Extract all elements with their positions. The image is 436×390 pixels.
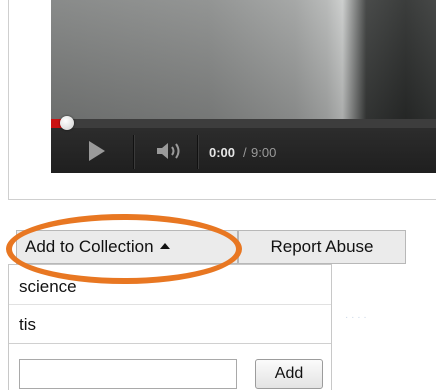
background-artifact: · · · · [345, 312, 367, 323]
volume-icon[interactable] [155, 140, 185, 162]
progress-bar[interactable] [51, 116, 436, 130]
progress-scrubber-handle[interactable] [60, 116, 74, 130]
new-collection-input[interactable] [19, 359, 237, 389]
video-player-card: 0:00 / 9:00 [8, 0, 436, 200]
video-shading [51, 0, 436, 119]
control-divider [197, 135, 198, 169]
time-separator: / [243, 145, 247, 160]
play-icon[interactable] [89, 141, 105, 161]
collection-item-tis[interactable]: tis [9, 306, 331, 344]
report-abuse-label: Report Abuse [270, 237, 374, 256]
collection-dropdown: science tis Add [8, 264, 332, 390]
add-to-collection-button[interactable]: Add to Collection [16, 230, 238, 264]
current-time: 0:00 [209, 145, 236, 160]
add-to-collection-label: Add to Collection [25, 237, 154, 256]
report-abuse-button[interactable]: Report Abuse [238, 230, 406, 264]
video-frame[interactable] [51, 0, 436, 119]
add-collection-button[interactable]: Add [255, 359, 323, 389]
caret-up-icon [159, 242, 170, 249]
control-divider [133, 135, 134, 169]
player-control-bar: 0:00 / 9:00 [51, 116, 436, 173]
collection-item-science[interactable]: science [9, 269, 331, 305]
page: 0:00 / 9:00 Add to Collection Report Abu… [0, 0, 436, 390]
total-duration: 9:00 [251, 145, 277, 160]
